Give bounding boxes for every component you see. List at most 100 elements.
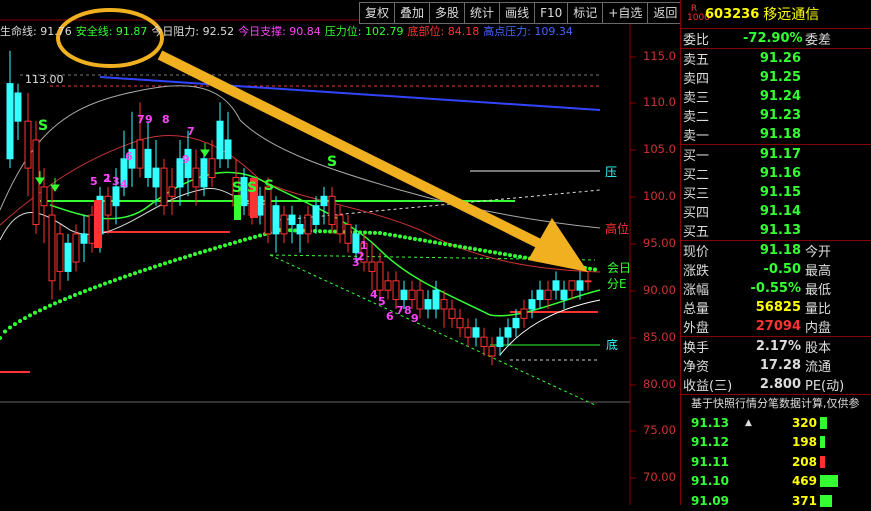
tick-volume-bar (820, 475, 838, 488)
quote-row[interactable]: 总量 56825 量比 (681, 298, 871, 317)
safety-dot (383, 231, 387, 236)
price-axis-label: 95.00 (643, 236, 676, 250)
ask-row-label: 卖三 (683, 91, 710, 106)
bid-row-value: 91.17 (759, 147, 801, 162)
candle-body (528, 299, 536, 310)
stat-row[interactable]: 收益(三) 2.800 PE(动) (681, 375, 871, 394)
candle-body (208, 158, 216, 179)
safety-dot (253, 234, 257, 239)
ask-row[interactable]: 卖五 91.26 (681, 49, 871, 68)
indicator-4: 压力位: 102.79 (324, 25, 404, 38)
toolbar-button-4[interactable]: 画线 (499, 2, 536, 24)
safety-dot (208, 247, 212, 252)
quote-row[interactable]: 外盘 27094 内盘 (681, 317, 871, 336)
quote-row[interactable]: 涨跌 -0.50 最高 (681, 260, 871, 279)
signal-candle (234, 195, 241, 220)
candle-body (64, 242, 72, 272)
quote-row[interactable]: 现价 91.18 今开 (681, 241, 871, 260)
bid-row[interactable]: 买三 91.15 (681, 183, 871, 202)
candle-body (408, 289, 416, 301)
safety-dot (113, 278, 117, 283)
tick-list[interactable]: 91.13 ▲ 320 91.12 198 91.11 208 91.10 469 91.09 37… (681, 413, 871, 511)
safety-dot (428, 239, 432, 244)
candle-body (456, 317, 464, 329)
bid-row[interactable]: 买二 91.16 (681, 164, 871, 183)
quote-row-label: 总量 (683, 302, 710, 317)
toolbar-button-3[interactable]: 统计 (464, 2, 501, 24)
candle-body (24, 120, 32, 169)
safety-dot (393, 233, 397, 238)
safety-dot (93, 285, 97, 290)
candle-body (584, 280, 592, 283)
toolbar-button-6[interactable]: 标记 (567, 2, 604, 24)
safety-dot (108, 279, 112, 284)
safety-dot (438, 241, 442, 246)
ask-row-label: 卖一 (683, 129, 710, 144)
safety-dot (188, 253, 192, 258)
chart-signal-label: 5 (90, 175, 98, 188)
toolbar-button-0[interactable]: 复权 (359, 2, 396, 24)
candle-body (544, 289, 552, 301)
quote-row[interactable]: 涨幅 -0.55% 最低 (681, 279, 871, 298)
indicator-1: 安全线: 91.87 (75, 25, 148, 38)
tick-row[interactable]: 91.10 469 (681, 472, 871, 492)
safety-dot (288, 228, 292, 233)
indicator-2: 今日阻力: 92.52 (151, 25, 235, 38)
lower-trend-dash (269, 254, 596, 406)
bid-row[interactable]: 买五 91.13 (681, 221, 871, 240)
kline-chart-area[interactable]: S S S S S 5 6 1 2 3 4 7 9 8 7 9 3 2 1 4 5 6 7 8 9 113.00 压高位 会日 分E 底 … (0, 0, 684, 505)
ask-row[interactable]: 卖二 91.23 (681, 106, 871, 125)
ask-row-value: 91.23 (759, 108, 801, 123)
candle-body (224, 139, 232, 160)
candle-body (576, 280, 584, 291)
price-axis-label: 70.00 (643, 470, 676, 484)
stat-row[interactable]: 换手 2.17% 股本 (681, 337, 871, 356)
chart-signal-label: 9 (411, 312, 419, 325)
toolbar-button-5[interactable]: F10 (534, 2, 569, 24)
stock-code[interactable]: 603236 (705, 7, 759, 22)
kline-chart[interactable]: SS S SS5612 3 47 9 879321456 7 89113.00压高位会日分E底 (0, 0, 680, 505)
ask-row-value: 91.18 (759, 127, 801, 142)
toolbar-button-2[interactable]: 多股 (429, 2, 466, 24)
safety-dot (18, 318, 22, 323)
ask-row-label: 卖二 (683, 110, 710, 125)
safety-dot (83, 289, 87, 294)
candle-body (32, 139, 40, 225)
safety-dot (28, 313, 32, 318)
toolbar-button-7[interactable]: +自选 (602, 2, 649, 24)
quote-row-label2: 最高 (805, 264, 832, 279)
quote-row-label2: 最低 (805, 283, 832, 298)
ask-row[interactable]: 卖四 91.25 (681, 68, 871, 87)
toolbar: 复权 叠加 多股 统计 画线 F10 标记 +自选 返回 (359, 2, 684, 24)
stat-row[interactable]: 净资 17.28 流通 (681, 356, 871, 375)
bid-row[interactable]: 买一 91.17 (681, 145, 871, 164)
stock-name[interactable]: 移远通信 (763, 4, 819, 24)
toolbar-button-8[interactable]: 返回 (647, 2, 684, 24)
ask-row[interactable]: 卖一 91.18 (681, 125, 871, 144)
candle-body (368, 261, 376, 272)
candle-body (432, 289, 440, 310)
tick-row[interactable]: 91.09 371 (681, 491, 871, 511)
safety-dot (388, 232, 392, 237)
stat-row-label2: 股本 (805, 341, 832, 356)
candle-body (536, 289, 544, 301)
quote-row-value: 91.18 (759, 243, 801, 258)
tick-direction-icon: ▲ (745, 417, 752, 428)
ask-row[interactable]: 卖三 91.24 (681, 87, 871, 106)
down-arrow-icon (200, 143, 210, 157)
safety-dot (233, 240, 237, 245)
candle-body (312, 205, 320, 225)
bid-row[interactable]: 买四 91.14 (681, 202, 871, 221)
tick-row[interactable]: 91.13 ▲ 320 (681, 413, 871, 433)
tick-row[interactable]: 91.11 208 (681, 452, 871, 472)
candle-body (6, 83, 14, 160)
safety-dot (503, 252, 507, 257)
bid-book: 买一 91.17 买二 91.16 买三 91.15 买四 91.14 买五 91.13 (681, 144, 871, 240)
safety-dot (118, 276, 122, 281)
exchange-logo-icon: R 1000 (687, 4, 710, 23)
toolbar-button-1[interactable]: 叠加 (394, 2, 431, 24)
tick-row[interactable]: 91.12 198 (681, 433, 871, 453)
safety-dot (478, 248, 482, 252)
safety-dot (33, 310, 37, 315)
chart-signal-label: 3 (112, 175, 120, 188)
